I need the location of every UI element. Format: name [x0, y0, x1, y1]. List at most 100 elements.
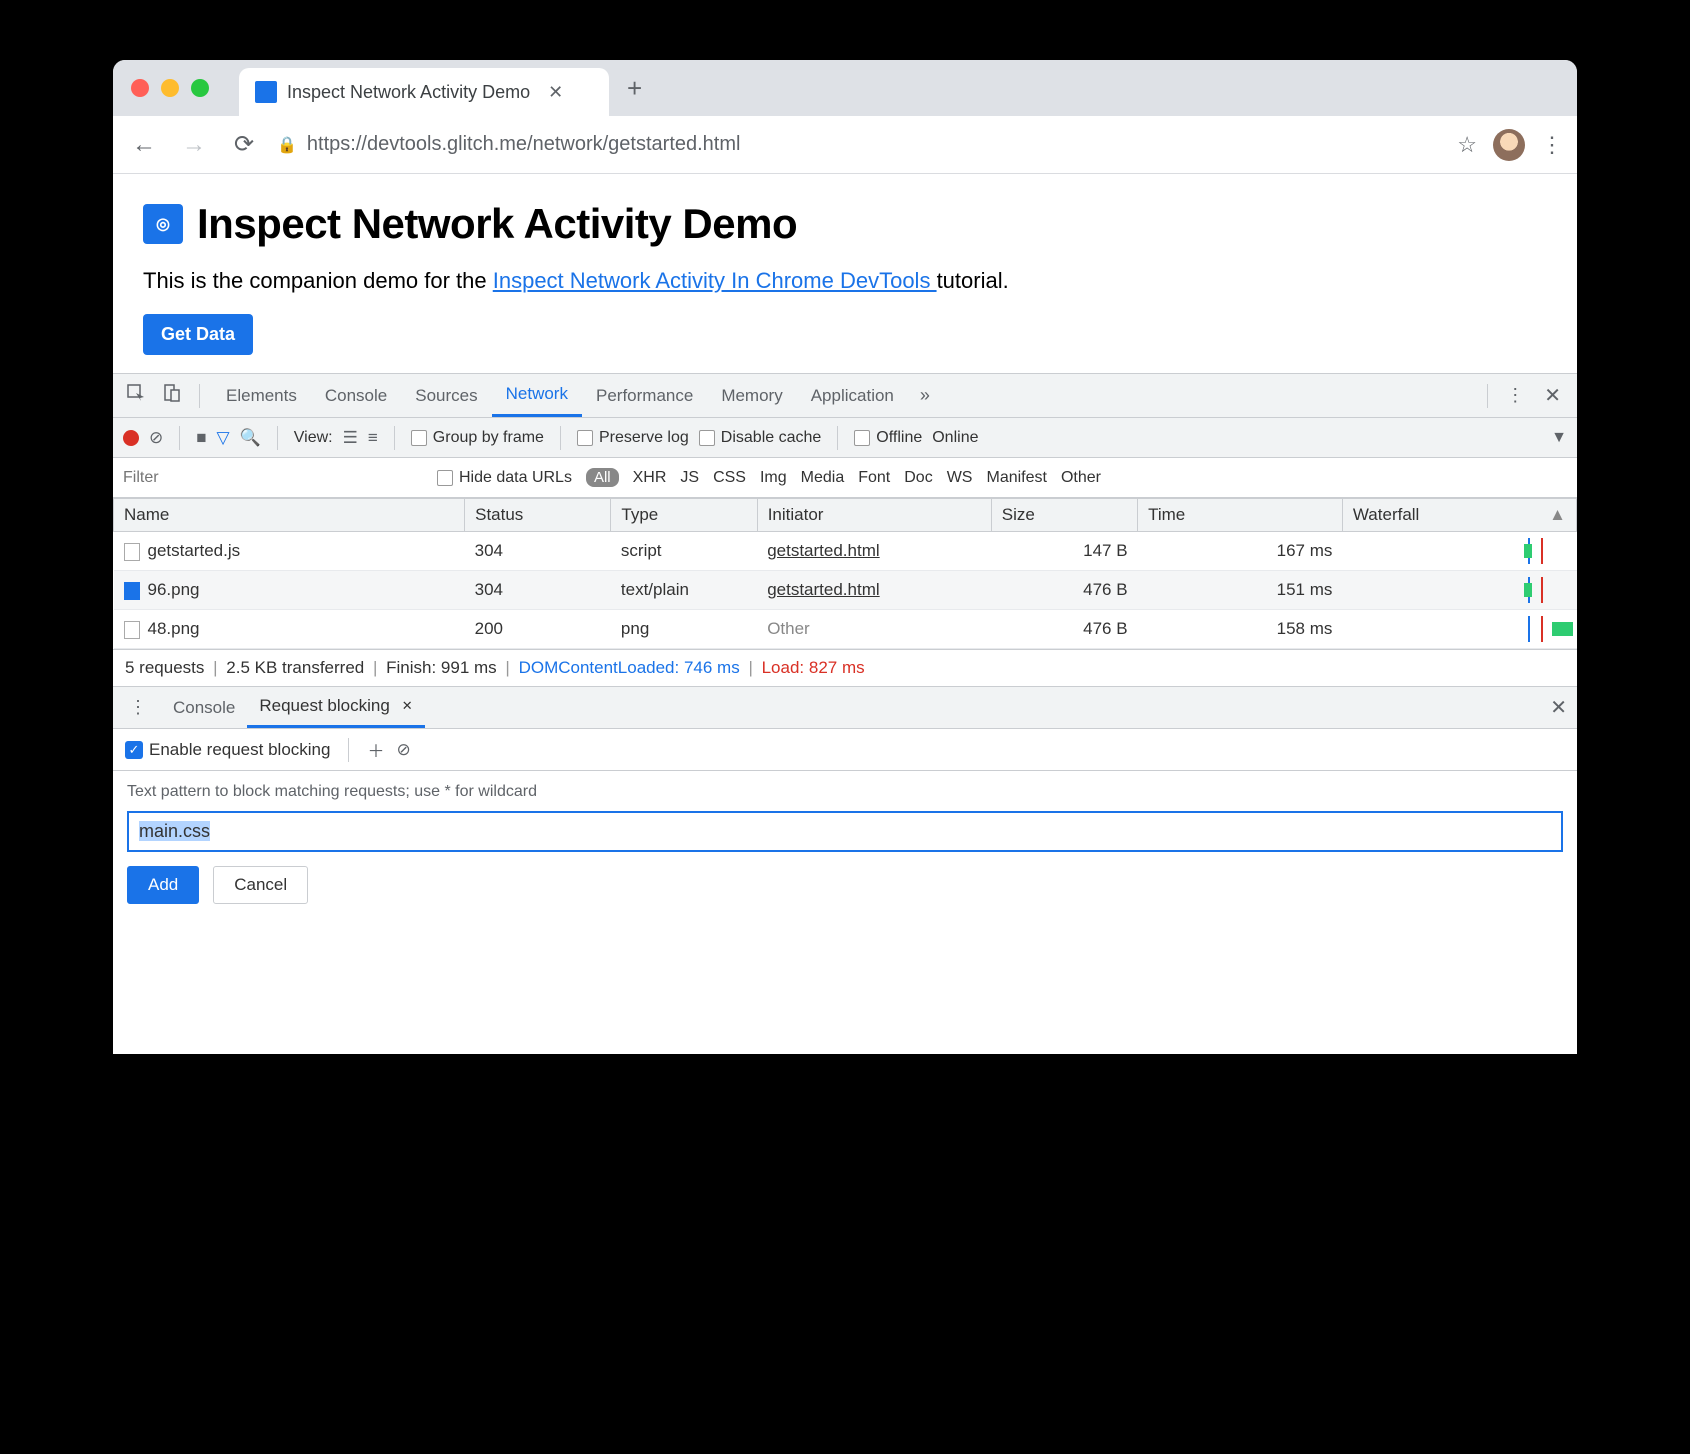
column-size[interactable]: Size	[991, 499, 1137, 532]
forward-button[interactable]: →	[177, 131, 211, 159]
filter-type-img[interactable]: Img	[760, 469, 787, 487]
filter-type-css[interactable]: CSS	[713, 469, 746, 487]
disable-cache-label: Disable cache	[721, 429, 822, 447]
cancel-button[interactable]: Cancel	[213, 866, 308, 904]
more-tabs-icon[interactable]: »	[914, 385, 936, 406]
filter-type-ws[interactable]: WS	[947, 469, 973, 487]
drawer-close-icon[interactable]: ✕	[1550, 695, 1567, 720]
cell-size: 147 B	[991, 532, 1137, 571]
cell-status: 304	[465, 571, 611, 610]
request-blocking-toolbar: ✓ Enable request blocking ＋ ⊘	[113, 729, 1577, 771]
clear-icon[interactable]: ⊘	[149, 428, 163, 448]
devtools-tab-sources[interactable]: Sources	[401, 374, 491, 417]
group-by-frame-checkbox[interactable]: Group by frame	[411, 429, 544, 447]
cell-initiator[interactable]: getstarted.html	[757, 532, 991, 571]
reload-button[interactable]: ⟳	[227, 130, 261, 159]
record-button[interactable]	[123, 430, 139, 446]
devtools-tab-application[interactable]: Application	[797, 374, 908, 417]
browser-menu-icon[interactable]: ⋮	[1541, 132, 1563, 158]
filter-type-xhr[interactable]: XHR	[633, 469, 667, 487]
table-row[interactable]: 96.png304text/plaingetstarted.html476 B1…	[114, 571, 1577, 610]
column-name[interactable]: Name	[114, 499, 465, 532]
profile-avatar[interactable]	[1493, 129, 1525, 161]
maximize-window-button[interactable]	[191, 79, 209, 97]
minimize-window-button[interactable]	[161, 79, 179, 97]
column-time[interactable]: Time	[1138, 499, 1343, 532]
filter-type-manifest[interactable]: Manifest	[986, 469, 1046, 487]
devtools-tab-memory[interactable]: Memory	[707, 374, 796, 417]
devtools-tab-performance[interactable]: Performance	[582, 374, 707, 417]
filter-type-all[interactable]: All	[586, 468, 619, 487]
add-button[interactable]: Add	[127, 866, 199, 904]
column-status[interactable]: Status	[465, 499, 611, 532]
filter-type-doc[interactable]: Doc	[904, 469, 932, 487]
back-button[interactable]: ←	[127, 131, 161, 159]
cell-name: getstarted.js	[114, 532, 465, 571]
empty-space	[113, 924, 1577, 1054]
devtools-tab-network[interactable]: Network	[492, 374, 582, 417]
summary-finish: Finish: 991 ms	[386, 658, 497, 677]
table-row[interactable]: getstarted.js304scriptgetstarted.html147…	[114, 532, 1577, 571]
devtools-menu-icon[interactable]: ⋮	[1500, 385, 1530, 406]
hide-data-urls-checkbox[interactable]: Hide data URLs	[437, 469, 572, 487]
search-icon[interactable]: 🔍	[240, 428, 261, 448]
network-summary: 5 requests | 2.5 KB transferred | Finish…	[113, 649, 1577, 687]
request-blocking-body: Text pattern to block matching requests;…	[113, 771, 1577, 924]
devtools-logo-icon: ◎	[143, 204, 183, 244]
column-initiator[interactable]: Initiator	[757, 499, 991, 532]
browser-tab[interactable]: Inspect Network Activity Demo ✕	[239, 68, 609, 116]
drawer-menu-icon[interactable]: ⋮	[123, 697, 153, 718]
drawer-tab-request-blocking[interactable]: Request blocking ✕	[247, 687, 424, 728]
table-header-row: NameStatusTypeInitiatorSizeTimeWaterfall…	[114, 499, 1577, 532]
cell-waterfall	[1342, 532, 1576, 571]
checkbox-icon	[411, 430, 427, 446]
offline-checkbox[interactable]: Offline	[854, 429, 922, 447]
remove-all-icon[interactable]: ⊘	[396, 740, 410, 760]
tutorial-link[interactable]: Inspect Network Activity In Chrome DevTo…	[493, 268, 937, 293]
tab-close-icon[interactable]: ✕	[548, 82, 563, 103]
settings-dropdown-icon[interactable]: ▼	[1551, 429, 1567, 447]
bookmark-star-icon[interactable]: ☆	[1457, 132, 1477, 158]
new-tab-button[interactable]: +	[627, 73, 642, 104]
preserve-log-checkbox[interactable]: Preserve log	[577, 429, 689, 447]
devtools-tab-elements[interactable]: Elements	[212, 374, 311, 417]
devtools-tabs: ElementsConsoleSourcesNetworkPerformance…	[113, 374, 1577, 418]
tab-close-icon[interactable]: ✕	[402, 698, 413, 714]
document-file-icon	[124, 543, 140, 561]
filter-type-other[interactable]: Other	[1061, 469, 1101, 487]
close-window-button[interactable]	[131, 79, 149, 97]
disable-cache-checkbox[interactable]: Disable cache	[699, 429, 822, 447]
filter-input[interactable]	[123, 469, 423, 487]
separator	[837, 426, 838, 450]
tab-favicon	[255, 81, 277, 103]
inspect-element-icon[interactable]	[121, 384, 151, 407]
camera-icon[interactable]: ■	[196, 428, 206, 448]
address-bar[interactable]: 🔒 https://devtools.glitch.me/network/get…	[277, 133, 1441, 156]
column-type[interactable]: Type	[611, 499, 757, 532]
add-pattern-icon[interactable]: ＋	[367, 737, 384, 762]
column-waterfall[interactable]: Waterfall▲	[1342, 499, 1576, 532]
online-label[interactable]: Online	[932, 429, 978, 447]
enable-request-blocking-checkbox[interactable]: ✓ Enable request blocking	[125, 740, 330, 760]
drawer-tab-label: Request blocking	[259, 696, 389, 716]
filter-type-font[interactable]: Font	[858, 469, 890, 487]
device-toggle-icon[interactable]	[157, 384, 187, 407]
filter-type-media[interactable]: Media	[801, 469, 845, 487]
pattern-input[interactable]: main.css	[127, 811, 1563, 852]
filter-type-js[interactable]: JS	[680, 469, 699, 487]
get-data-button[interactable]: Get Data	[143, 314, 253, 355]
tab-strip: Inspect Network Activity Demo ✕ +	[113, 60, 1577, 116]
separator	[277, 426, 278, 450]
devtools-close-icon[interactable]: ✕	[1536, 383, 1569, 408]
drawer-tab-console[interactable]: Console	[161, 687, 247, 728]
separator	[1487, 384, 1488, 408]
cell-status: 200	[465, 610, 611, 649]
table-row[interactable]: 48.png200pngOther476 B158 ms	[114, 610, 1577, 649]
cell-type: script	[611, 532, 757, 571]
large-rows-icon[interactable]: ☰	[343, 428, 358, 448]
filter-icon[interactable]: ▽	[217, 428, 230, 448]
devtools-tab-console[interactable]: Console	[311, 374, 401, 417]
cell-initiator[interactable]: getstarted.html	[757, 571, 991, 610]
overview-icon[interactable]: ≡	[368, 428, 378, 448]
network-table: NameStatusTypeInitiatorSizeTimeWaterfall…	[113, 498, 1577, 649]
